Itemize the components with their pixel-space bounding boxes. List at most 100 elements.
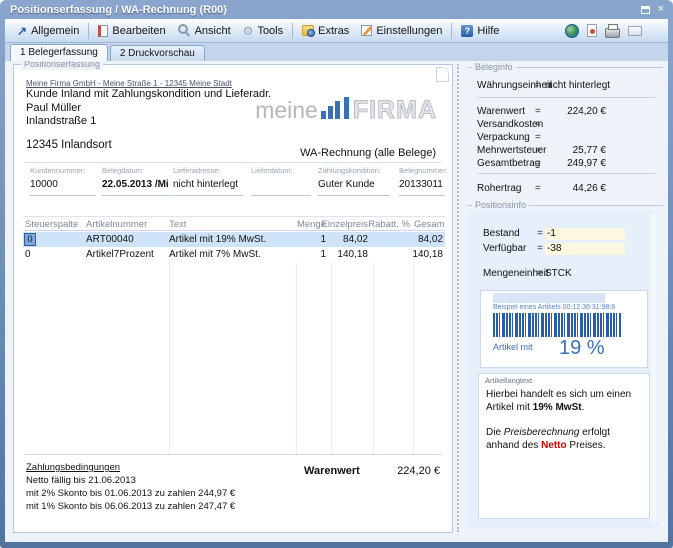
column-header[interactable]: Text: [169, 219, 186, 230]
field-underline: [30, 195, 96, 196]
divider: [477, 97, 655, 98]
group-label-positionserfassung: Positionserfassung: [21, 61, 103, 70]
logo-text-firma: FIRMA: [353, 100, 437, 120]
cell-einzelpreis[interactable]: 140,18: [318, 249, 368, 260]
positionsinfo-panel: Bestand = -1 Verfügbar = -38 Mengeneinhe…: [467, 210, 659, 528]
cell-text[interactable]: Artikel mit 19% MwSt.: [169, 234, 266, 245]
title-bar[interactable]: Positionserfassung / WA-Rechnung (R00) ×: [5, 0, 668, 19]
field-underline: [399, 195, 445, 196]
bar-chart-logo-icon: [321, 97, 349, 119]
menu-label: Hilfe: [477, 25, 499, 37]
field-underline: [318, 195, 390, 196]
info-row-verpackung: Verpackung =: [477, 132, 657, 145]
column-header[interactable]: Gesamtbetra: [414, 219, 445, 230]
mengeneinheit-value: STCK: [545, 268, 572, 279]
cell-steuerspalte[interactable]: 0: [25, 249, 31, 260]
cell-text[interactable]: Artikel mit 7% MwSt.: [169, 249, 261, 260]
field-lieferdatum[interactable]: Lieferdatum:: [251, 166, 311, 196]
equals-sign: =: [535, 106, 541, 117]
address-line: Kunde Inland mit Zahlungskondition und L…: [26, 88, 271, 100]
column-header[interactable]: Artikelnummer: [86, 219, 147, 230]
notebook-icon: [98, 25, 108, 37]
selected-cell[interactable]: 0: [24, 233, 36, 246]
menu-tools[interactable]: ⚙ Tools: [237, 23, 289, 39]
menu-label: Tools: [257, 25, 283, 37]
cell-gesamtbetrag[interactable]: 140,18: [393, 249, 443, 260]
menu-label: Allgemein: [31, 25, 79, 37]
menu-toolbar: ↗ Allgemein Bearbeiten Ansicht ⚙ Tools E…: [5, 19, 668, 43]
column-gridline: [331, 262, 332, 454]
gear-icon: ⚙: [243, 25, 254, 37]
info-label: Bestand: [483, 228, 520, 239]
equals-sign: =: [535, 183, 541, 194]
cell-gesamtbetrag[interactable]: 84,02: [393, 234, 443, 245]
mail-icon[interactable]: [628, 26, 642, 36]
field-value[interactable]: 20133011: [399, 179, 445, 193]
info-label: Warenwert: [477, 106, 525, 117]
equals-sign: =: [535, 132, 541, 143]
menu-hilfe[interactable]: ? Hilfe: [455, 23, 505, 39]
field-belegnummer[interactable]: Belegnummer: 20133011: [399, 166, 445, 196]
field-value[interactable]: [251, 179, 311, 193]
column-header[interactable]: Steuerspalte: [25, 219, 78, 230]
field-value[interactable]: Guter Kunde: [318, 179, 390, 193]
group-label-beleginfo: Beleginfo: [467, 62, 663, 72]
scrollbar-track[interactable]: [650, 213, 657, 523]
panel-splitter[interactable]: [457, 64, 459, 532]
field-label: Belegnummer:: [399, 166, 445, 175]
field-value[interactable]: 10000: [30, 179, 96, 193]
field-value[interactable]: nicht hinterlegt: [173, 179, 243, 193]
info-label: Gesamtbetrag: [477, 158, 540, 169]
field-value[interactable]: 22.05.2013 /Mi: [102, 179, 172, 193]
field-belegdatum[interactable]: Belegdatum: 22.05.2013 /Mi: [102, 166, 172, 196]
barcode-icon: [493, 313, 621, 337]
divider: [24, 454, 442, 455]
menu-allgemein[interactable]: ↗ Allgemein: [11, 23, 85, 39]
menu-ansicht[interactable]: Ansicht: [172, 22, 237, 39]
info-label: Rohertrag: [477, 183, 521, 194]
langtext-paragraph: Die Preisberechnung erfolgt anhand des N…: [486, 426, 643, 452]
info-row-waehrungseinheit: Währungseinheit = nicht hinterlegt: [477, 80, 657, 93]
group-label-artikellangtext: Artikellangtext: [485, 376, 532, 385]
langtext-segment: Preises.: [567, 440, 606, 451]
tab-druckvorschau[interactable]: 2 Druckvorschau: [110, 45, 205, 61]
menu-extras[interactable]: Extras: [296, 23, 355, 39]
close-window-button[interactable]: ×: [658, 3, 664, 16]
table-row[interactable]: 0 Artikel7Prozent Artikel mit 7% MwSt. 1…: [23, 247, 445, 262]
record-document-icon[interactable]: [587, 24, 597, 37]
toolbar-separator: [451, 23, 452, 39]
window-title: Positionserfassung / WA-Rechnung (R00): [10, 4, 227, 16]
cell-einzelpreis[interactable]: 84,02: [318, 234, 368, 245]
tab-belegerfassung[interactable]: 1 Belegerfassung: [10, 44, 108, 61]
menu-label: Bearbeiten: [112, 25, 165, 37]
column-header[interactable]: Rabatt. %: [360, 219, 410, 230]
group-label-text: Positionsinfo: [475, 200, 526, 210]
content-area: Positionserfassung Meine Firma GmbH - Me…: [5, 61, 668, 542]
langtext-segment-red: Netto: [541, 440, 567, 451]
field-label: Lieferdatum:: [251, 166, 311, 175]
quick-icons: [565, 24, 642, 38]
restore-window-button[interactable]: [641, 6, 650, 14]
divider: [477, 173, 655, 174]
printer-icon[interactable]: [605, 28, 620, 38]
cell-artikelnummer[interactable]: Artikel7Prozent: [86, 249, 154, 260]
warenwert-total-label: Warenwert: [304, 465, 360, 477]
field-kundennummer[interactable]: Kundennummer: 10000: [30, 166, 96, 196]
field-underline: [251, 195, 311, 196]
field-lieferadresse[interactable]: Lieferadresse: nicht hinterlegt: [173, 166, 243, 196]
table-header[interactable]: Steuerspalte Artikelnummer Text Menge Ei…: [23, 216, 445, 231]
preview-text: Artikel mit: [493, 342, 533, 352]
cell-artikelnummer[interactable]: ART00040: [86, 234, 134, 245]
preview-percentage: 19 %: [559, 337, 605, 360]
preview-header-strip: [493, 293, 605, 303]
info-label: Verfügbar: [483, 243, 526, 254]
globe-icon[interactable]: [565, 24, 579, 38]
group-label-positionsinfo: Positionsinfo: [467, 200, 663, 210]
menu-bearbeiten[interactable]: Bearbeiten: [92, 23, 171, 39]
field-zahlungskondition[interactable]: Zahlungskondition: Guter Kunde: [318, 166, 390, 196]
table-row[interactable]: 0 ART00040 Artikel mit 19% MwSt. 1 84,02…: [23, 232, 445, 247]
help-icon: ?: [461, 25, 473, 37]
menu-einstellungen[interactable]: Einstellungen: [355, 23, 448, 39]
info-value: 224,20 €: [543, 106, 606, 117]
page-curl-icon[interactable]: [436, 67, 449, 82]
